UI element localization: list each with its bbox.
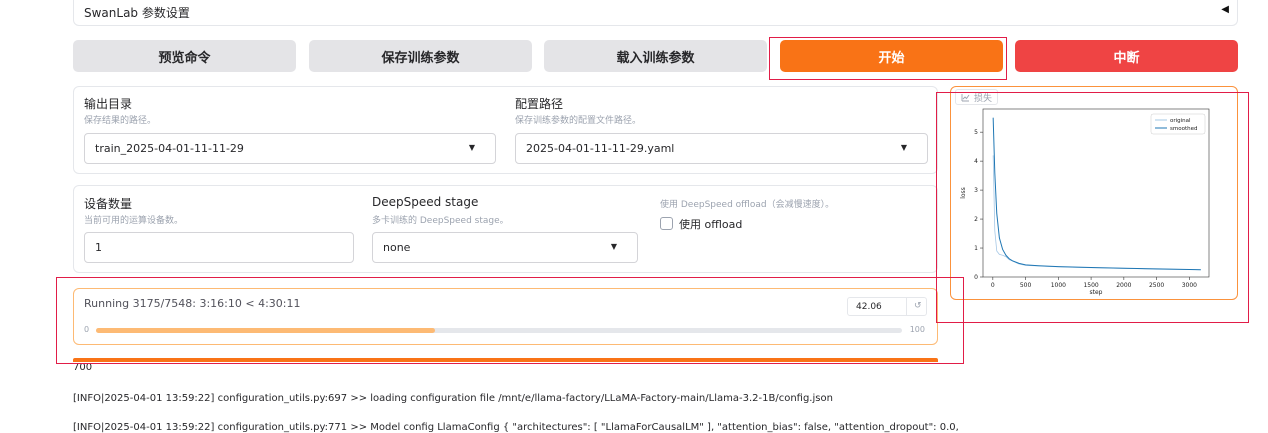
- y-tick-label: 4: [974, 158, 978, 165]
- config-path-label: 配置路径: [515, 97, 564, 111]
- swanlab-settings-accordion[interactable]: SwanLab 参数设置 ◀: [73, 0, 1238, 26]
- y-tick-label: 2: [974, 216, 978, 223]
- slider-max-label: 100: [909, 325, 925, 334]
- config-path-value: 2025-04-01-11-11-29.yaml: [526, 142, 675, 155]
- plot-label: 损失: [955, 89, 999, 105]
- config-path-info: 保存训练参数的配置文件路径。: [515, 116, 642, 126]
- deepspeed-stage-info: 多卡训练的 DeepSpeed stage。: [372, 216, 509, 226]
- output-dir-label: 输出目录: [84, 97, 133, 111]
- x-axis-label: step: [1090, 289, 1103, 296]
- x-tick-label: 2500: [1149, 282, 1164, 289]
- device-count-info: 当前可用的运算设备数。: [84, 216, 184, 226]
- reset-icon[interactable]: ↺: [914, 301, 922, 311]
- x-tick-label: 0: [991, 282, 995, 289]
- x-tick-label: 1000: [1051, 282, 1066, 289]
- load-args-button[interactable]: 载入训练参数: [544, 40, 767, 72]
- abort-button[interactable]: 中断: [1015, 40, 1238, 72]
- training-progress-panel: Running 3175/7548: 3:16:10 < 4:30:11 42.…: [73, 288, 938, 345]
- progress-number-input[interactable]: 42.06 ↺: [847, 297, 927, 316]
- legend-label: original: [1170, 118, 1191, 124]
- log-line: 700: [73, 362, 93, 373]
- progress-value: 42.06: [856, 302, 882, 312]
- save-args-button[interactable]: 保存训练参数: [309, 40, 532, 72]
- loss-plot-panel: 0 500 1000 1500 2000 2500 3000 0 1 2 3 4 5 step loss or…: [950, 86, 1238, 300]
- device-count-value: 1: [95, 241, 102, 254]
- deepspeed-stage-dropdown[interactable]: none ▼: [372, 232, 638, 263]
- series-line-smoothed: [992, 117, 1201, 271]
- chevron-down-icon: ▼: [900, 143, 907, 152]
- output-dir-dropdown[interactable]: train_2025-04-01-11-11-29 ▼: [84, 133, 496, 164]
- legend-label: smoothed: [1170, 126, 1197, 132]
- device-count-label: 设备数量: [84, 197, 133, 211]
- device-deepspeed-panel: 设备数量 当前可用的运算设备数。 1 DeepSpeed stage 多卡训练的…: [73, 185, 938, 273]
- x-tick-label: 3000: [1182, 282, 1197, 289]
- slider-min-label: 0: [84, 325, 90, 334]
- chevron-down-icon: ▼: [468, 143, 475, 152]
- accordion-title: SwanLab 参数设置: [84, 6, 190, 20]
- x-tick-label: 1500: [1083, 282, 1098, 289]
- deepspeed-stage-value: none: [383, 241, 411, 254]
- collapse-triangle-icon[interactable]: ◀: [1221, 4, 1229, 15]
- log-line: [INFO|2025-04-01 13:59:22] configuration…: [73, 393, 833, 404]
- loss-chart: 0 500 1000 1500 2000 2500 3000 0 1 2 3 4 5 step loss or…: [960, 108, 1210, 296]
- progress-slider-fill: [96, 328, 435, 333]
- offload-checkbox-label[interactable]: 使用 offload: [679, 216, 742, 232]
- deepspeed-stage-label: DeepSpeed stage: [372, 195, 479, 209]
- output-dir-value: train_2025-04-01-11-11-29: [95, 142, 244, 155]
- output-config-panel: 输出目录 保存结果的路径。 train_2025-04-01-11-11-29 …: [73, 86, 938, 174]
- y-axis-label: loss: [960, 187, 967, 199]
- y-tick-label: 5: [974, 129, 978, 136]
- log-line: [INFO|2025-04-01 13:59:22] configuration…: [73, 422, 959, 433]
- plot-label-text: 损失: [974, 93, 993, 104]
- divider: [906, 298, 907, 315]
- offload-checkbox[interactable]: [660, 217, 673, 230]
- device-count-input[interactable]: 1: [84, 232, 354, 263]
- chart-icon: [961, 93, 970, 101]
- series-line-original: [992, 155, 1201, 271]
- start-button[interactable]: 开始: [780, 40, 1003, 72]
- progress-accent-bar: [73, 358, 938, 362]
- progress-slider[interactable]: [96, 328, 902, 333]
- y-tick-label: 0: [974, 274, 978, 281]
- chevron-down-icon: ▼: [610, 242, 617, 251]
- output-dir-info: 保存结果的路径。: [84, 116, 157, 126]
- x-tick-label: 2000: [1116, 282, 1131, 289]
- preview-command-button[interactable]: 预览命令: [73, 40, 296, 72]
- progress-status-text: Running 3175/7548: 3:16:10 < 4:30:11: [84, 297, 301, 310]
- y-tick-label: 3: [974, 187, 978, 194]
- y-tick-label: 1: [974, 245, 978, 252]
- deepspeed-offload-info: 使用 DeepSpeed offload（会减慢速度）。: [660, 200, 835, 210]
- config-path-dropdown[interactable]: 2025-04-01-11-11-29.yaml ▼: [515, 133, 928, 164]
- x-tick-label: 500: [1020, 282, 1032, 289]
